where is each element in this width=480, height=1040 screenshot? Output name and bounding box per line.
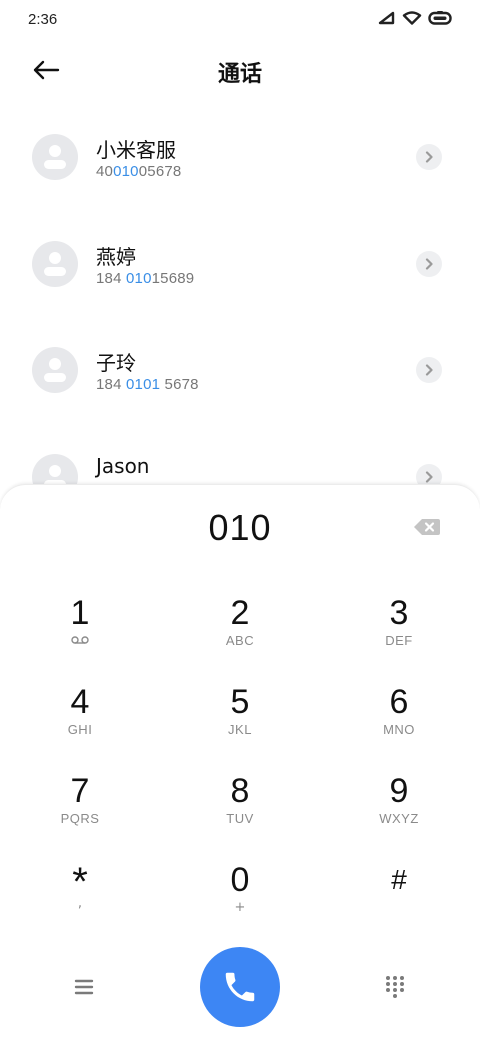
key-letters: MNO (383, 722, 415, 737)
key-digit: # (391, 864, 407, 895)
contact-row[interactable]: 子玲 184 0101 5678 (0, 317, 480, 424)
contact-detail-button[interactable] (416, 250, 442, 277)
key-7[interactable]: 7 PQRS (20, 771, 140, 847)
key-letters: PQRS (60, 811, 100, 826)
dialed-number: 010 (208, 507, 272, 548)
key-letters: WXYZ (379, 811, 419, 826)
contact-name: 燕婷 (96, 244, 136, 269)
contact-number: 4001005678 (96, 163, 182, 180)
contact-detail-button[interactable] (416, 144, 442, 170)
bottom-action-bar (0, 947, 480, 1027)
contact-name: 小米客服 (96, 138, 176, 162)
chevron-right-icon (425, 257, 433, 270)
key-0[interactable]: 0 + (180, 860, 300, 936)
key-letters: DEF (385, 633, 413, 648)
key-digit: 3 (389, 594, 409, 632)
page-title: 通话 (217, 62, 262, 87)
key-letters: ABC (225, 633, 255, 648)
key-star[interactable]: * , (20, 860, 140, 936)
key-letters: TUV (226, 811, 254, 826)
status-icons (378, 11, 452, 25)
contact-number: 184 0101 5678 (96, 376, 199, 393)
key-digit: 0 (230, 861, 250, 899)
contact-name: 子玲 (96, 351, 136, 375)
header: 通话 (0, 44, 480, 96)
status-time: 2:36 (28, 11, 58, 28)
key-2[interactable]: 2 ABC (180, 593, 300, 669)
key-letters: GHI (67, 722, 93, 737)
phone-icon (225, 972, 255, 1002)
status-bar: 2:36 (0, 0, 480, 40)
chevron-right-icon (425, 364, 433, 376)
key-letters: + (234, 900, 246, 915)
key-digit: 7 (70, 772, 90, 810)
key-digit: 8 (230, 772, 250, 810)
contact-name: Jason (96, 453, 150, 478)
key-4[interactable]: 4 GHI (20, 682, 140, 758)
keypad-grid-icon (386, 976, 404, 998)
key-digit: 5 (230, 683, 250, 721)
key-digit: 9 (389, 772, 409, 810)
menu-button[interactable] (72, 975, 96, 999)
battery-icon (428, 11, 452, 25)
key-digit: 2 (230, 594, 250, 632)
chevron-right-icon (425, 470, 433, 483)
menu-icon (74, 979, 94, 995)
contact-detail-button[interactable] (416, 357, 442, 383)
contact-number: 184 01015689 (96, 269, 195, 287)
key-hash[interactable]: # (339, 860, 459, 936)
avatar (32, 240, 78, 287)
chevron-right-icon (425, 151, 433, 163)
avatar (32, 134, 78, 180)
avatar (32, 347, 78, 393)
key-9[interactable]: 9 WXYZ (339, 771, 459, 847)
key-3[interactable]: 3 DEF (339, 593, 459, 669)
dialer-screen: 2:36 通话 小米客服 4001005678 燕婷 184 01015689 … (0, 0, 480, 1040)
contact-list: 小米客服 4001005678 燕婷 184 01015689 子玲 184 0… (0, 104, 480, 530)
key-letters: JKL (228, 722, 252, 737)
voicemail-icon (71, 636, 89, 644)
key-1[interactable]: 1 (20, 593, 140, 669)
dial-pad-sheet: 010 1 2 ABC 3 DEF 4 GHI 5 JKL 6 MNO 7 PQ… (0, 484, 480, 1040)
key-letters: , (77, 896, 83, 911)
key-digit: 6 (389, 683, 409, 721)
contact-row[interactable]: 燕婷 184 01015689 (0, 211, 480, 318)
key-6[interactable]: 6 MNO (339, 682, 459, 758)
key-digit: 4 (70, 683, 90, 721)
key-digit: 1 (70, 594, 90, 632)
wifi-icon (402, 11, 422, 25)
signal-icon (378, 11, 395, 25)
contact-row[interactable]: 小米客服 4001005678 (0, 104, 480, 211)
key-8[interactable]: 8 TUV (180, 771, 300, 847)
key-5[interactable]: 5 JKL (180, 682, 300, 758)
backspace-button[interactable] (413, 517, 441, 537)
call-button[interactable] (200, 947, 280, 1027)
backspace-icon (414, 519, 440, 535)
keypad-toggle-button[interactable] (384, 975, 406, 999)
